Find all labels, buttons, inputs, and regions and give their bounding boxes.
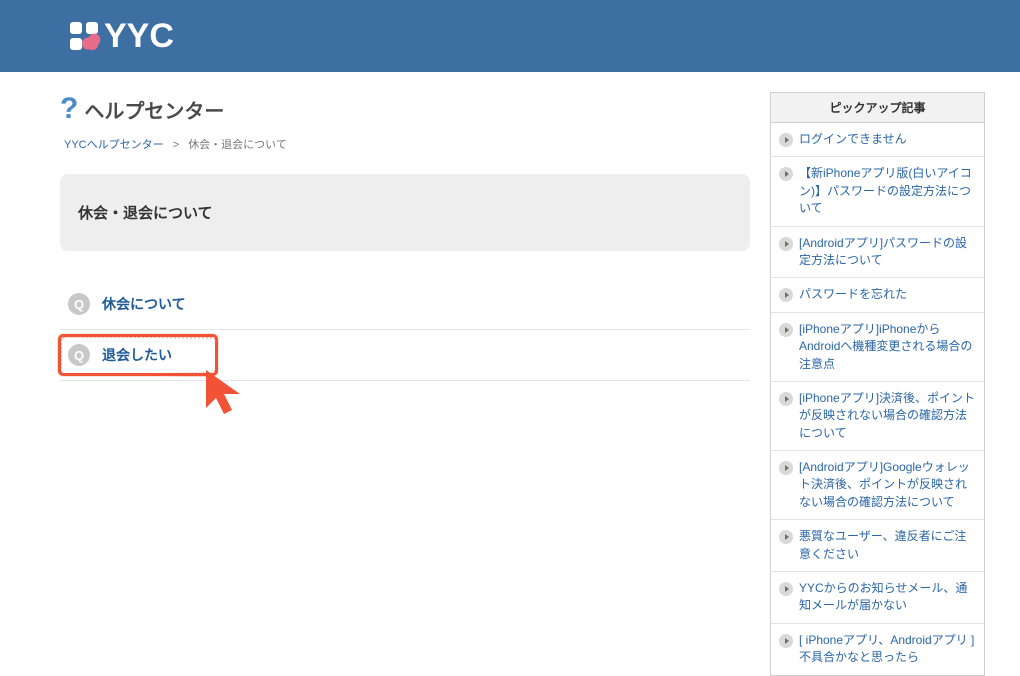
pickup-link[interactable]: ログインできません — [799, 131, 907, 148]
sidebar-pickup: ピックアップ記事 ログインできません 【新iPhoneアプリ版(白いアイコン)】… — [770, 92, 985, 676]
pickup-item[interactable]: [ iPhoneアプリ、Androidアプリ ] 不具合かなと思ったら — [771, 624, 984, 675]
page-title-row: ? ヘルプセンター — [60, 92, 750, 126]
pickup-link[interactable]: 悪質なユーザー、違反者にご注意ください — [799, 528, 976, 563]
pickup-link[interactable]: [iPhoneアプリ]iPhoneからAndroidへ機種変更される場合の注意点 — [799, 321, 976, 373]
breadcrumb-home-link[interactable]: YYCヘルプセンター — [64, 139, 164, 151]
breadcrumb: YYCヘルプセンター > 休会・退会について — [64, 136, 750, 152]
pickup-link[interactable]: [Androidアプリ]パスワードの設定方法について — [799, 235, 976, 270]
q-circle-icon: Q — [68, 293, 90, 315]
pickup-link[interactable]: YYCからのお知らせメール、通知メールが届かない — [799, 580, 976, 615]
pickup-item[interactable]: [iPhoneアプリ]iPhoneからAndroidへ機種変更される場合の注意点 — [771, 313, 984, 382]
pickup-item[interactable]: [Androidアプリ]パスワードの設定方法について — [771, 227, 984, 279]
brand-text: YYC — [104, 17, 174, 56]
chevron-right-icon — [779, 461, 793, 475]
pickup-item[interactable]: [iPhoneアプリ]決済後、ポイントが反映されない場合の確認方法について — [771, 382, 984, 451]
pickup-header: ピックアップ記事 — [771, 93, 984, 123]
main-content: ? ヘルプセンター YYCヘルプセンター > 休会・退会について 休会・退会につ… — [60, 92, 750, 381]
question-link[interactable]: 退会したい — [102, 345, 172, 365]
pickup-item[interactable]: 【新iPhoneアプリ版(白いアイコン)】パスワードの設定方法について — [771, 157, 984, 226]
pickup-item[interactable]: [Androidアプリ]Googleウォレット決済後、ポイントが反映されない場合… — [771, 451, 984, 520]
chevron-right-icon — [779, 167, 793, 181]
breadcrumb-current: 休会・退会について — [188, 139, 287, 151]
question-mark-icon: ? — [60, 92, 78, 126]
pickup-link[interactable]: 【新iPhoneアプリ版(白いアイコン)】パスワードの設定方法について — [799, 165, 976, 217]
pickup-link[interactable]: [Androidアプリ]Googleウォレット決済後、ポイントが反映されない場合… — [799, 459, 976, 511]
question-link[interactable]: 休会について — [102, 294, 186, 314]
breadcrumb-separator: > — [173, 139, 179, 151]
clover-icon — [70, 22, 98, 50]
question-item[interactable]: Q 退会したい — [60, 330, 750, 381]
question-item[interactable]: Q 休会について — [60, 279, 750, 330]
chevron-right-icon — [779, 237, 793, 251]
section-header: 休会・退会について — [60, 174, 750, 251]
chevron-right-icon — [779, 323, 793, 337]
pickup-link[interactable]: [ iPhoneアプリ、Androidアプリ ] 不具合かなと思ったら — [799, 632, 976, 667]
page-title: ヘルプセンター — [84, 95, 224, 124]
pickup-item[interactable]: 悪質なユーザー、違反者にご注意ください — [771, 520, 984, 572]
brand-logo[interactable]: YYC — [70, 17, 174, 56]
pickup-link[interactable]: [iPhoneアプリ]決済後、ポイントが反映されない場合の確認方法について — [799, 390, 976, 442]
pickup-item[interactable]: YYCからのお知らせメール、通知メールが届かない — [771, 572, 984, 624]
chevron-right-icon — [779, 133, 793, 147]
chevron-right-icon — [779, 582, 793, 596]
site-header: YYC — [0, 0, 1020, 72]
q-circle-icon: Q — [68, 344, 90, 366]
pickup-item[interactable]: ログインできません — [771, 123, 984, 157]
question-list: Q 休会について Q 退会したい — [60, 279, 750, 381]
chevron-right-icon — [779, 530, 793, 544]
pickup-link[interactable]: パスワードを忘れた — [799, 286, 907, 303]
pickup-item[interactable]: パスワードを忘れた — [771, 278, 984, 312]
chevron-right-icon — [779, 288, 793, 302]
chevron-right-icon — [779, 392, 793, 406]
